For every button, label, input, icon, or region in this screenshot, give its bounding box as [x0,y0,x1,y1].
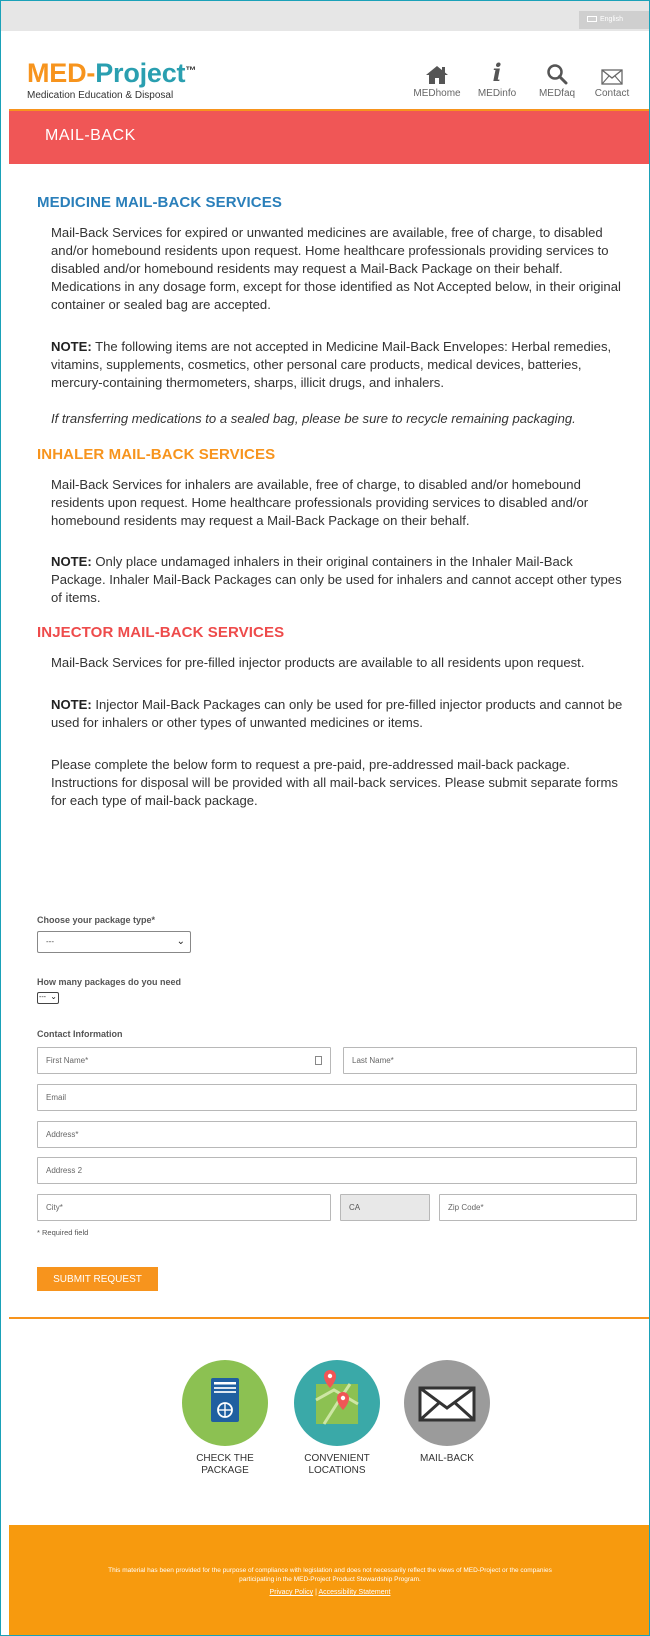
page-title: MAIL-BACK [45,127,136,144]
note-label: NOTE: [51,554,92,569]
search-icon [527,59,587,85]
first-name-placeholder: First Name* [46,1056,89,1065]
flag-icon [587,16,597,23]
footer-disclaimer: This material has been provided for the … [9,1567,649,1584]
language-label: English [600,16,623,23]
page-banner: MAIL-BACK [9,111,649,164]
cta-label: CHECK THE PACKAGE [196,1453,254,1476]
note-label: NOTE: [51,339,92,354]
required-field-note: * Required field [37,1228,89,1237]
note-text: The following items are not accepted in … [51,339,612,390]
package-type-label: Choose your package type* [37,915,156,925]
package-type-select[interactable]: --- ⌄ [37,931,191,953]
logo-trademark: ™ [185,65,197,77]
footer-links: Privacy Policy | Accessibility Statement [9,1589,649,1596]
privacy-policy-link[interactable]: Privacy Policy [270,1589,314,1596]
state-field: CA [340,1194,430,1221]
site-logo[interactable]: MED-Project™ Medication Education & Disp… [27,58,196,101]
map-icon [294,1360,380,1446]
nav-item-medinfo[interactable]: i MEDinfo [467,58,527,100]
language-selector[interactable]: English [579,11,649,29]
nav-label: MEDinfo [477,88,517,99]
note-text: Injector Mail-Back Packages can only be … [51,697,623,730]
logo-project: Project [95,58,186,88]
section-heading-injector: INJECTOR MAIL-BACK SERVICES [37,624,285,641]
email-placeholder: Email [46,1093,67,1102]
note-label: NOTE: [51,697,92,712]
site-footer: This material has been provided for the … [9,1525,649,1635]
address-field[interactable]: Address* [37,1121,637,1148]
nav-label: Contact [594,88,630,99]
address-placeholder: Address* [46,1130,79,1139]
home-icon [407,59,467,85]
logo-med: MED- [27,58,96,88]
inhaler-body: Mail-Back Services for inhalers are avai… [51,477,589,528]
medicine-italic-note: If transferring medications to a sealed … [51,410,627,428]
quantity-label: How many packages do you need [37,977,182,987]
cta-check-package[interactable]: CHECK THE PACKAGE [180,1360,270,1477]
autofill-icon[interactable] [315,1056,322,1065]
state-value: CA [349,1203,361,1212]
section-heading-medicine: MEDICINE MAIL-BACK SERVICES [37,194,282,211]
italic-text: If transferring medications to a sealed … [51,411,576,426]
accessibility-statement-link[interactable]: Accessibility Statement [318,1589,390,1596]
submit-request-button[interactable]: SUBMIT REQUEST [37,1267,158,1291]
package-type-value: --- [46,937,54,946]
quantity-value: --- [39,994,46,1001]
cta-label: CONVENIENT LOCATIONS [304,1453,370,1476]
nav-label: MEDfaq [538,88,576,99]
nav-label: MEDhome [413,88,461,99]
zip-code-field[interactable]: Zip Code* [439,1194,637,1221]
info-icon: i [492,58,502,87]
top-utility-bar: English [1,1,649,31]
note-text: Only place undamaged inhalers in their o… [51,554,622,605]
last-name-placeholder: Last Name* [352,1056,394,1065]
inhaler-note: NOTE: Only place undamaged inhalers in t… [51,553,627,607]
main-nav: MEDhome i MEDinfo MEDfaq Contact [407,58,637,100]
quantity-select[interactable]: --- ⌄ [37,992,59,1004]
cta-convenient-locations[interactable]: CONVENIENT LOCATIONS [292,1360,382,1477]
envelope-icon [404,1360,490,1446]
medicine-note: NOTE: The following items are not accept… [51,338,627,392]
mail-icon [587,59,637,85]
email-field[interactable]: Email [37,1084,637,1111]
nav-item-medfaq[interactable]: MEDfaq [527,59,587,99]
chevron-down-icon: ⌄ [176,936,185,947]
injector-note: NOTE: Injector Mail-Back Packages can on… [51,696,627,732]
cta-label: MAIL-BACK [420,1453,474,1464]
section-heading-inhaler: INHALER MAIL-BACK SERVICES [37,446,276,463]
injector-body: Mail-Back Services for pre-filled inject… [51,655,585,670]
form-instructions: Please complete the below form to reques… [51,757,618,808]
nav-item-contact[interactable]: Contact [587,59,637,99]
logo-title: MED-Project™ [27,58,196,88]
medicine-body: Mail-Back Services for expired or unwant… [51,225,621,312]
disclaimer-text: This material has been provided for the … [108,1567,552,1583]
main-content: MEDICINE MAIL-BACK SERVICES Mail-Back Se… [37,194,627,810]
first-name-field[interactable]: First Name* [37,1047,331,1074]
logo-subtitle: Medication Education & Disposal [27,90,174,101]
address2-field[interactable]: Address 2 [37,1157,637,1184]
page-frame: English MED-Project™ Medication Educatio… [0,0,650,1636]
package-icon [182,1360,268,1446]
city-placeholder: City* [46,1203,63,1212]
last-name-field[interactable]: Last Name* [343,1047,637,1074]
contact-info-label: Contact Information [37,1029,123,1039]
footer-divider [9,1317,649,1319]
address2-placeholder: Address 2 [46,1166,83,1175]
chevron-down-icon: ⌄ [50,992,57,1001]
city-field[interactable]: City* [37,1194,331,1221]
zip-code-placeholder: Zip Code* [448,1203,484,1212]
cta-mail-back[interactable]: MAIL-BACK [402,1360,492,1465]
nav-item-medhome[interactable]: MEDhome [407,59,467,99]
